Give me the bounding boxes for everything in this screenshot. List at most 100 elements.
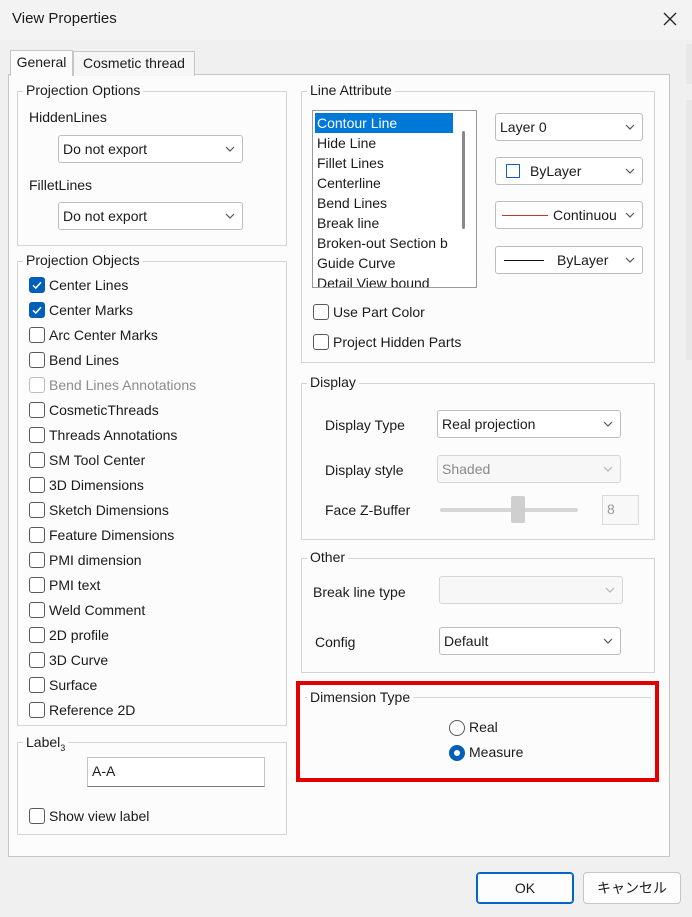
- display-type-select[interactable]: Real projection: [437, 410, 621, 438]
- zbuffer-value-input[interactable]: 8: [602, 495, 639, 525]
- chevron-down-icon: [225, 146, 235, 152]
- check-icon: [32, 306, 42, 315]
- fillet-lines-select[interactable]: Do not export: [58, 202, 243, 230]
- checkbox[interactable]: [29, 702, 45, 718]
- listbox-item[interactable]: Contour Line: [315, 113, 453, 133]
- use-part-color-checkbox[interactable]: [313, 304, 329, 320]
- line-type-listbox[interactable]: Contour Line Hide Line Fillet Lines Centerl…: [312, 110, 477, 288]
- checkbox-label: CosmeticThreads: [49, 402, 159, 418]
- lineweight-value: ByLayer: [557, 252, 609, 268]
- hidden-lines-label: HiddenLines: [29, 109, 107, 125]
- zbuffer-label: Face Z-Buffer: [325, 502, 411, 518]
- listbox-item[interactable]: Bend Lines: [315, 193, 453, 213]
- config-label: Config: [315, 634, 356, 650]
- checkbox-label: Surface: [49, 677, 98, 693]
- display-type-label: Display Type: [325, 417, 405, 433]
- project-hidden-parts-checkbox[interactable]: [313, 334, 329, 350]
- listbox-item[interactable]: Centerline: [315, 173, 453, 193]
- display-type-value: Real projection: [442, 416, 536, 432]
- tab-general[interactable]: General: [10, 50, 73, 76]
- checkbox-label: Center Lines: [49, 277, 129, 293]
- checkbox-label: Sketch Dimensions: [49, 502, 169, 518]
- radio-measure[interactable]: [449, 745, 465, 761]
- layer-value: Layer 0: [500, 119, 547, 135]
- hidden-lines-select[interactable]: Do not export: [58, 135, 243, 163]
- checkbox[interactable]: [29, 627, 45, 643]
- checkbox[interactable]: [29, 327, 45, 343]
- project-hidden-parts-label: Project Hidden Parts: [333, 334, 462, 350]
- config-value: Default: [444, 633, 489, 649]
- listbox-item[interactable]: Detail View bound: [315, 273, 453, 287]
- use-part-color-label: Use Part Color: [333, 304, 425, 320]
- ok-button[interactable]: OK: [476, 872, 574, 904]
- checkbox[interactable]: [29, 552, 45, 568]
- config-select[interactable]: Default: [439, 627, 621, 655]
- checkbox[interactable]: [29, 352, 45, 368]
- chevron-down-icon: [603, 421, 613, 427]
- checkbox[interactable]: [29, 302, 45, 318]
- display-style-value: Shaded: [442, 461, 491, 477]
- display-style-label: Display style: [325, 462, 404, 478]
- listbox-scrollbar-thumb[interactable]: [462, 131, 465, 229]
- color-swatch-icon: [506, 164, 520, 178]
- display-title: Display: [307, 374, 359, 390]
- checkbox-label: Feature Dimensions: [49, 527, 175, 543]
- radio-real[interactable]: [449, 720, 465, 736]
- chevron-down-icon: [605, 587, 615, 593]
- lineweight-select[interactable]: ByLayer: [495, 246, 643, 274]
- other-title: Other: [307, 549, 349, 565]
- checkbox[interactable]: [29, 602, 45, 618]
- chevron-down-icon: [225, 213, 235, 219]
- checkbox[interactable]: [29, 527, 45, 543]
- checkbox-label: 3D Dimensions: [49, 477, 144, 493]
- fillet-lines-label: FilletLines: [29, 177, 93, 193]
- listbox-item[interactable]: Break line: [315, 213, 453, 233]
- checkbox[interactable]: [29, 577, 45, 593]
- checkbox-label: 2D profile: [49, 627, 109, 643]
- break-line-type-select[interactable]: [439, 576, 623, 604]
- listbox-item[interactable]: Fillet Lines: [315, 153, 453, 173]
- checkbox[interactable]: [29, 677, 45, 693]
- chevron-down-icon: [625, 124, 635, 130]
- checkbox-label: Bend Lines: [49, 352, 120, 368]
- checkbox-label: Center Marks: [49, 302, 134, 318]
- layer-select[interactable]: Layer 0: [495, 113, 643, 141]
- listbox-item[interactable]: Guide Curve: [315, 253, 453, 273]
- break-line-type-label: Break line type: [313, 584, 406, 600]
- display-style-select[interactable]: Shaded: [437, 455, 621, 483]
- zbuffer-slider-track[interactable]: [440, 508, 578, 512]
- scrollbar-fragment: [686, 44, 692, 84]
- linetype-select[interactable]: Continuou: [495, 201, 643, 229]
- checkbox[interactable]: [29, 652, 45, 668]
- color-select[interactable]: ByLayer: [495, 157, 643, 185]
- checkbox[interactable]: [29, 427, 45, 443]
- close-icon[interactable]: [655, 4, 685, 34]
- color-value: ByLayer: [530, 163, 582, 179]
- fillet-lines-value: Do not export: [63, 208, 148, 224]
- zbuffer-slider-thumb[interactable]: [511, 496, 525, 523]
- show-view-label-text: Show view label: [49, 808, 150, 824]
- label-input[interactable]: A-A: [87, 757, 265, 787]
- hidden-lines-value: Do not export: [63, 141, 148, 157]
- listbox-item[interactable]: Broken-out Section b: [315, 233, 453, 253]
- checkbox[interactable]: [29, 452, 45, 468]
- checkbox[interactable]: [29, 402, 45, 418]
- checkbox-label: PMI dimension: [49, 552, 142, 568]
- radio-real-label: Real: [469, 719, 498, 735]
- checkbox[interactable]: [29, 477, 45, 493]
- checkbox[interactable]: [29, 277, 45, 293]
- checkbox-label: Weld Comment: [49, 602, 146, 618]
- show-view-label-checkbox[interactable]: [29, 808, 45, 824]
- window-title: View Properties: [12, 10, 117, 27]
- line-attribute-title: Line Attribute: [307, 82, 395, 98]
- listbox-item[interactable]: Hide Line: [315, 133, 453, 153]
- chevron-down-icon: [603, 638, 613, 644]
- tab-cosmetic-thread[interactable]: Cosmetic thread: [73, 51, 195, 76]
- cancel-button[interactable]: キャンセル: [583, 872, 681, 904]
- linetype-value: Continuou: [553, 207, 617, 223]
- scrollbar-fragment: [686, 100, 692, 360]
- checkbox[interactable]: [29, 502, 45, 518]
- projection-options-title: Projection Options: [23, 82, 144, 98]
- chevron-down-icon: [603, 466, 613, 472]
- checkbox-label: 3D Curve: [49, 652, 109, 668]
